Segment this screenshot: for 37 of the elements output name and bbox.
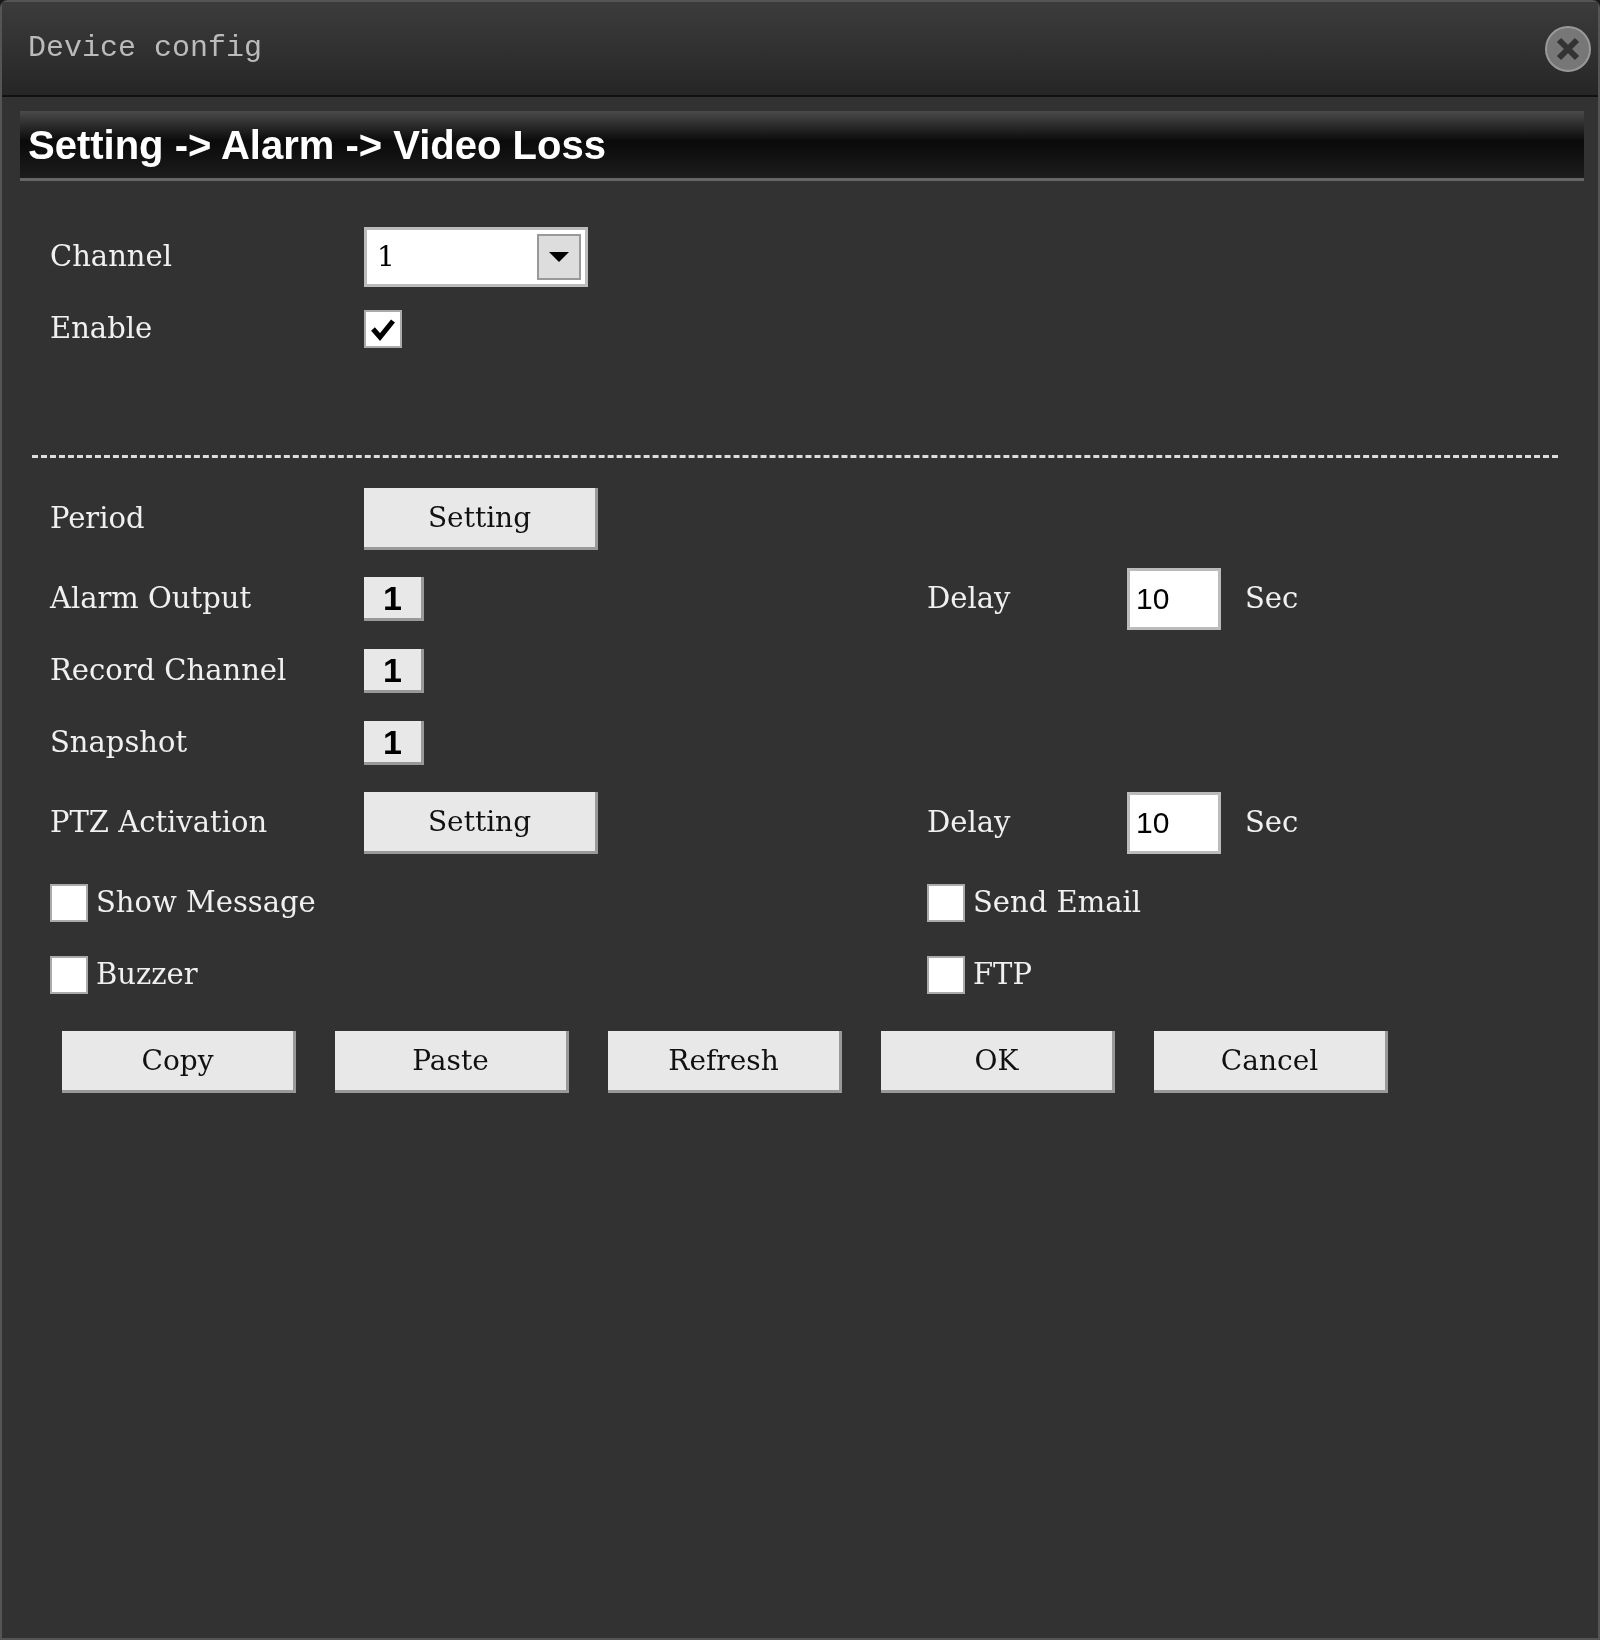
checkbox[interactable] <box>50 884 88 922</box>
delay-input[interactable]: 10 <box>1127 792 1221 854</box>
unit-label: Sec <box>1245 580 1299 618</box>
field-label: Period <box>50 500 146 538</box>
close-icon[interactable] <box>1544 24 1592 73</box>
action-button[interactable]: Cancel <box>1154 1031 1388 1093</box>
checkbox-label: Buzzer <box>96 956 198 994</box>
field-label: Delay <box>927 804 1012 842</box>
field-label: Alarm Output <box>50 580 253 618</box>
checkbox-label: Show Message <box>96 884 316 922</box>
field-label: Delay <box>927 580 1012 618</box>
channel-dropdown[interactable]: 1 <box>364 227 588 287</box>
action-button[interactable]: OK <box>881 1031 1115 1093</box>
channel-picker[interactable]: 1 <box>364 721 424 765</box>
action-button[interactable]: Refresh <box>608 1031 842 1093</box>
checkbox[interactable] <box>927 884 965 922</box>
action-button[interactable]: Paste <box>335 1031 569 1093</box>
delay-input[interactable]: 10 <box>1127 568 1221 630</box>
checkbox-label: FTP <box>973 956 1032 994</box>
caret-icon <box>549 252 569 262</box>
field-label: Channel <box>50 238 173 276</box>
window-title: Device config <box>28 30 263 67</box>
checkbox[interactable] <box>927 956 965 994</box>
setting-button[interactable]: Setting <box>364 488 598 550</box>
checkbox[interactable] <box>364 310 402 348</box>
action-button[interactable]: Copy <box>62 1031 296 1093</box>
channel-picker[interactable]: 1 <box>364 577 424 621</box>
field-label: Record Channel <box>50 652 288 690</box>
field-label: Snapshot <box>50 724 189 762</box>
unit-label: Sec <box>1245 804 1299 842</box>
breadcrumb-title: Setting -> Alarm -> Video Loss <box>28 121 606 169</box>
field-label: Enable <box>50 310 154 348</box>
channel-picker[interactable]: 1 <box>364 649 424 693</box>
checkbox[interactable] <box>50 956 88 994</box>
setting-button[interactable]: Setting <box>364 792 598 854</box>
field-label: PTZ Activation <box>50 804 269 842</box>
checkbox-label: Send Email <box>973 884 1141 922</box>
